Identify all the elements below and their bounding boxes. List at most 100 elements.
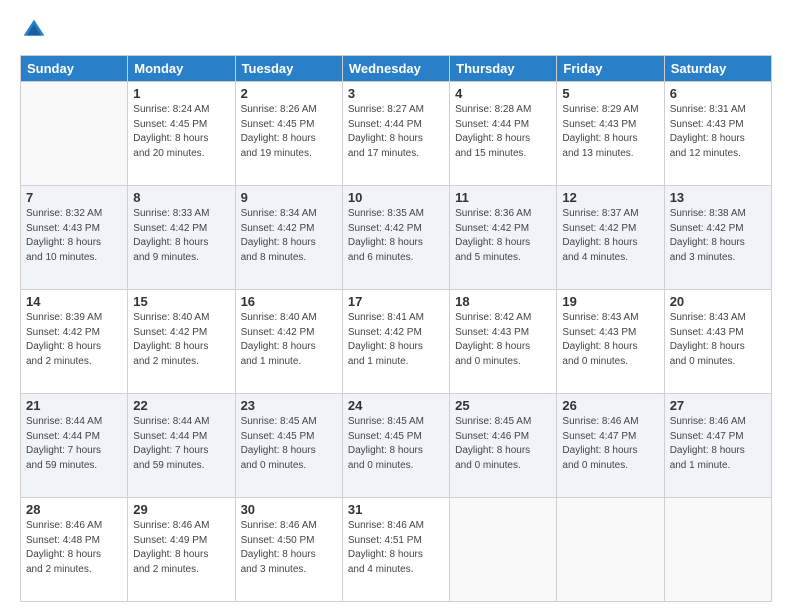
day-detail: Sunrise: 8:35 AM Sunset: 4:42 PM Dayligh… [348, 207, 444, 265]
day-detail: Sunrise: 8:45 AM Sunset: 4:45 PM Dayligh… [241, 415, 337, 473]
day-detail: Sunrise: 8:28 AM Sunset: 4:44 PM Dayligh… [455, 103, 551, 161]
day-detail: Sunrise: 8:40 AM Sunset: 4:42 PM Dayligh… [241, 311, 337, 369]
calendar-cell: 27 Sunrise: 8:46 AM Sunset: 4:47 PM Dayli… [664, 394, 771, 498]
day-number: 23 [241, 398, 337, 413]
calendar-cell: 28Sunrise: 8:46 AM Sunset: 4:48 PM Dayli… [21, 498, 128, 602]
day-detail: Sunrise: 8:37 AM Sunset: 4:42 PM Dayligh… [562, 207, 658, 265]
day-number: 6 [670, 86, 766, 101]
calendar-cell: 10 Sunrise: 8:35 AM Sunset: 4:42 PM Dayli… [342, 186, 449, 290]
day-number: 5 [562, 86, 658, 101]
day-number: 18 [455, 294, 551, 309]
calendar-header-tuesday: Tuesday [235, 56, 342, 82]
calendar-header-thursday: Thursday [450, 56, 557, 82]
calendar-cell: 6 Sunrise: 8:31 AM Sunset: 4:43 PM Daylig… [664, 82, 771, 186]
calendar-cell: 24 Sunrise: 8:45 AM Sunset: 4:45 PM Dayli… [342, 394, 449, 498]
calendar-header-saturday: Saturday [664, 56, 771, 82]
day-detail: Sunrise: 8:44 AM Sunset: 4:44 PM Dayligh… [26, 415, 122, 473]
day-number: 12 [562, 190, 658, 205]
day-detail: Sunrise: 8:46 AM Sunset: 4:48 PM Dayligh… [26, 519, 122, 577]
day-number: 20 [670, 294, 766, 309]
day-number: 17 [348, 294, 444, 309]
day-detail: Sunrise: 8:34 AM Sunset: 4:42 PM Dayligh… [241, 207, 337, 265]
day-number: 24 [348, 398, 444, 413]
day-detail: Sunrise: 8:46 AM Sunset: 4:47 PM Dayligh… [670, 415, 766, 473]
calendar-header-sunday: Sunday [21, 56, 128, 82]
header [20, 18, 772, 47]
day-detail: Sunrise: 8:45 AM Sunset: 4:46 PM Dayligh… [455, 415, 551, 473]
day-detail: Sunrise: 8:40 AM Sunset: 4:42 PM Dayligh… [133, 311, 229, 369]
calendar-week-row: 28Sunrise: 8:46 AM Sunset: 4:48 PM Dayli… [21, 498, 772, 602]
day-number: 31 [348, 502, 444, 517]
calendar-cell: 5 Sunrise: 8:29 AM Sunset: 4:43 PM Daylig… [557, 82, 664, 186]
day-number: 25 [455, 398, 551, 413]
calendar-cell: 20 Sunrise: 8:43 AM Sunset: 4:43 PM Dayli… [664, 290, 771, 394]
day-detail: Sunrise: 8:26 AM Sunset: 4:45 PM Dayligh… [241, 103, 337, 161]
calendar-week-row: 14Sunrise: 8:39 AM Sunset: 4:42 PM Dayli… [21, 290, 772, 394]
calendar-cell [557, 498, 664, 602]
calendar-header-row: SundayMondayTuesdayWednesdayThursdayFrid… [21, 56, 772, 82]
day-number: 10 [348, 190, 444, 205]
day-number: 19 [562, 294, 658, 309]
page: SundayMondayTuesdayWednesdayThursdayFrid… [0, 0, 792, 612]
day-number: 7 [26, 190, 122, 205]
day-detail: Sunrise: 8:46 AM Sunset: 4:47 PM Dayligh… [562, 415, 658, 473]
calendar-cell: 31 Sunrise: 8:46 AM Sunset: 4:51 PM Dayli… [342, 498, 449, 602]
calendar-cell: 8 Sunrise: 8:33 AM Sunset: 4:42 PM Daylig… [128, 186, 235, 290]
calendar-header-wednesday: Wednesday [342, 56, 449, 82]
day-detail: Sunrise: 8:43 AM Sunset: 4:43 PM Dayligh… [670, 311, 766, 369]
day-detail: Sunrise: 8:33 AM Sunset: 4:42 PM Dayligh… [133, 207, 229, 265]
calendar-cell: 2 Sunrise: 8:26 AM Sunset: 4:45 PM Daylig… [235, 82, 342, 186]
day-detail: Sunrise: 8:41 AM Sunset: 4:42 PM Dayligh… [348, 311, 444, 369]
day-number: 8 [133, 190, 229, 205]
calendar-cell: 15Sunrise: 8:40 AM Sunset: 4:42 PM Dayli… [128, 290, 235, 394]
calendar-cell: 4 Sunrise: 8:28 AM Sunset: 4:44 PM Daylig… [450, 82, 557, 186]
day-detail: Sunrise: 8:38 AM Sunset: 4:42 PM Dayligh… [670, 207, 766, 265]
day-number: 16 [241, 294, 337, 309]
day-detail: Sunrise: 8:39 AM Sunset: 4:42 PM Dayligh… [26, 311, 122, 369]
day-detail: Sunrise: 8:36 AM Sunset: 4:42 PM Dayligh… [455, 207, 551, 265]
day-detail: Sunrise: 8:45 AM Sunset: 4:45 PM Dayligh… [348, 415, 444, 473]
calendar-cell: 29Sunrise: 8:46 AM Sunset: 4:49 PM Dayli… [128, 498, 235, 602]
day-detail: Sunrise: 8:42 AM Sunset: 4:43 PM Dayligh… [455, 311, 551, 369]
calendar-week-row: 21 Sunrise: 8:44 AM Sunset: 4:44 PM Dayli… [21, 394, 772, 498]
calendar-cell: 22Sunrise: 8:44 AM Sunset: 4:44 PM Dayli… [128, 394, 235, 498]
day-number: 9 [241, 190, 337, 205]
calendar-cell: 7Sunrise: 8:32 AM Sunset: 4:43 PM Daylig… [21, 186, 128, 290]
calendar-cell: 12 Sunrise: 8:37 AM Sunset: 4:42 PM Dayli… [557, 186, 664, 290]
day-detail: Sunrise: 8:46 AM Sunset: 4:50 PM Dayligh… [241, 519, 337, 577]
calendar-cell: 11 Sunrise: 8:36 AM Sunset: 4:42 PM Dayli… [450, 186, 557, 290]
logo [20, 18, 46, 47]
day-number: 13 [670, 190, 766, 205]
calendar-cell: 3 Sunrise: 8:27 AM Sunset: 4:44 PM Daylig… [342, 82, 449, 186]
day-number: 26 [562, 398, 658, 413]
day-number: 3 [348, 86, 444, 101]
day-number: 11 [455, 190, 551, 205]
day-detail: Sunrise: 8:43 AM Sunset: 4:43 PM Dayligh… [562, 311, 658, 369]
calendar-cell [664, 498, 771, 602]
calendar-week-row: 7Sunrise: 8:32 AM Sunset: 4:43 PM Daylig… [21, 186, 772, 290]
calendar-week-row: 1Sunrise: 8:24 AM Sunset: 4:45 PM Daylig… [21, 82, 772, 186]
day-detail: Sunrise: 8:31 AM Sunset: 4:43 PM Dayligh… [670, 103, 766, 161]
day-number: 29 [133, 502, 229, 517]
day-detail: Sunrise: 8:24 AM Sunset: 4:45 PM Dayligh… [133, 103, 229, 161]
day-number: 4 [455, 86, 551, 101]
day-detail: Sunrise: 8:46 AM Sunset: 4:51 PM Dayligh… [348, 519, 444, 577]
calendar-cell: 30 Sunrise: 8:46 AM Sunset: 4:50 PM Dayli… [235, 498, 342, 602]
day-number: 30 [241, 502, 337, 517]
logo-icon [22, 18, 46, 42]
day-number: 21 [26, 398, 122, 413]
calendar-cell: 13 Sunrise: 8:38 AM Sunset: 4:42 PM Dayli… [664, 186, 771, 290]
day-detail: Sunrise: 8:27 AM Sunset: 4:44 PM Dayligh… [348, 103, 444, 161]
calendar-cell [21, 82, 128, 186]
calendar-header-monday: Monday [128, 56, 235, 82]
calendar-header-friday: Friday [557, 56, 664, 82]
calendar-cell: 1Sunrise: 8:24 AM Sunset: 4:45 PM Daylig… [128, 82, 235, 186]
day-number: 2 [241, 86, 337, 101]
calendar-cell: 18 Sunrise: 8:42 AM Sunset: 4:43 PM Dayli… [450, 290, 557, 394]
day-detail: Sunrise: 8:29 AM Sunset: 4:43 PM Dayligh… [562, 103, 658, 161]
calendar-cell: 16 Sunrise: 8:40 AM Sunset: 4:42 PM Dayli… [235, 290, 342, 394]
calendar-cell: 21 Sunrise: 8:44 AM Sunset: 4:44 PM Dayli… [21, 394, 128, 498]
day-number: 27 [670, 398, 766, 413]
calendar-cell: 14Sunrise: 8:39 AM Sunset: 4:42 PM Dayli… [21, 290, 128, 394]
day-number: 22 [133, 398, 229, 413]
